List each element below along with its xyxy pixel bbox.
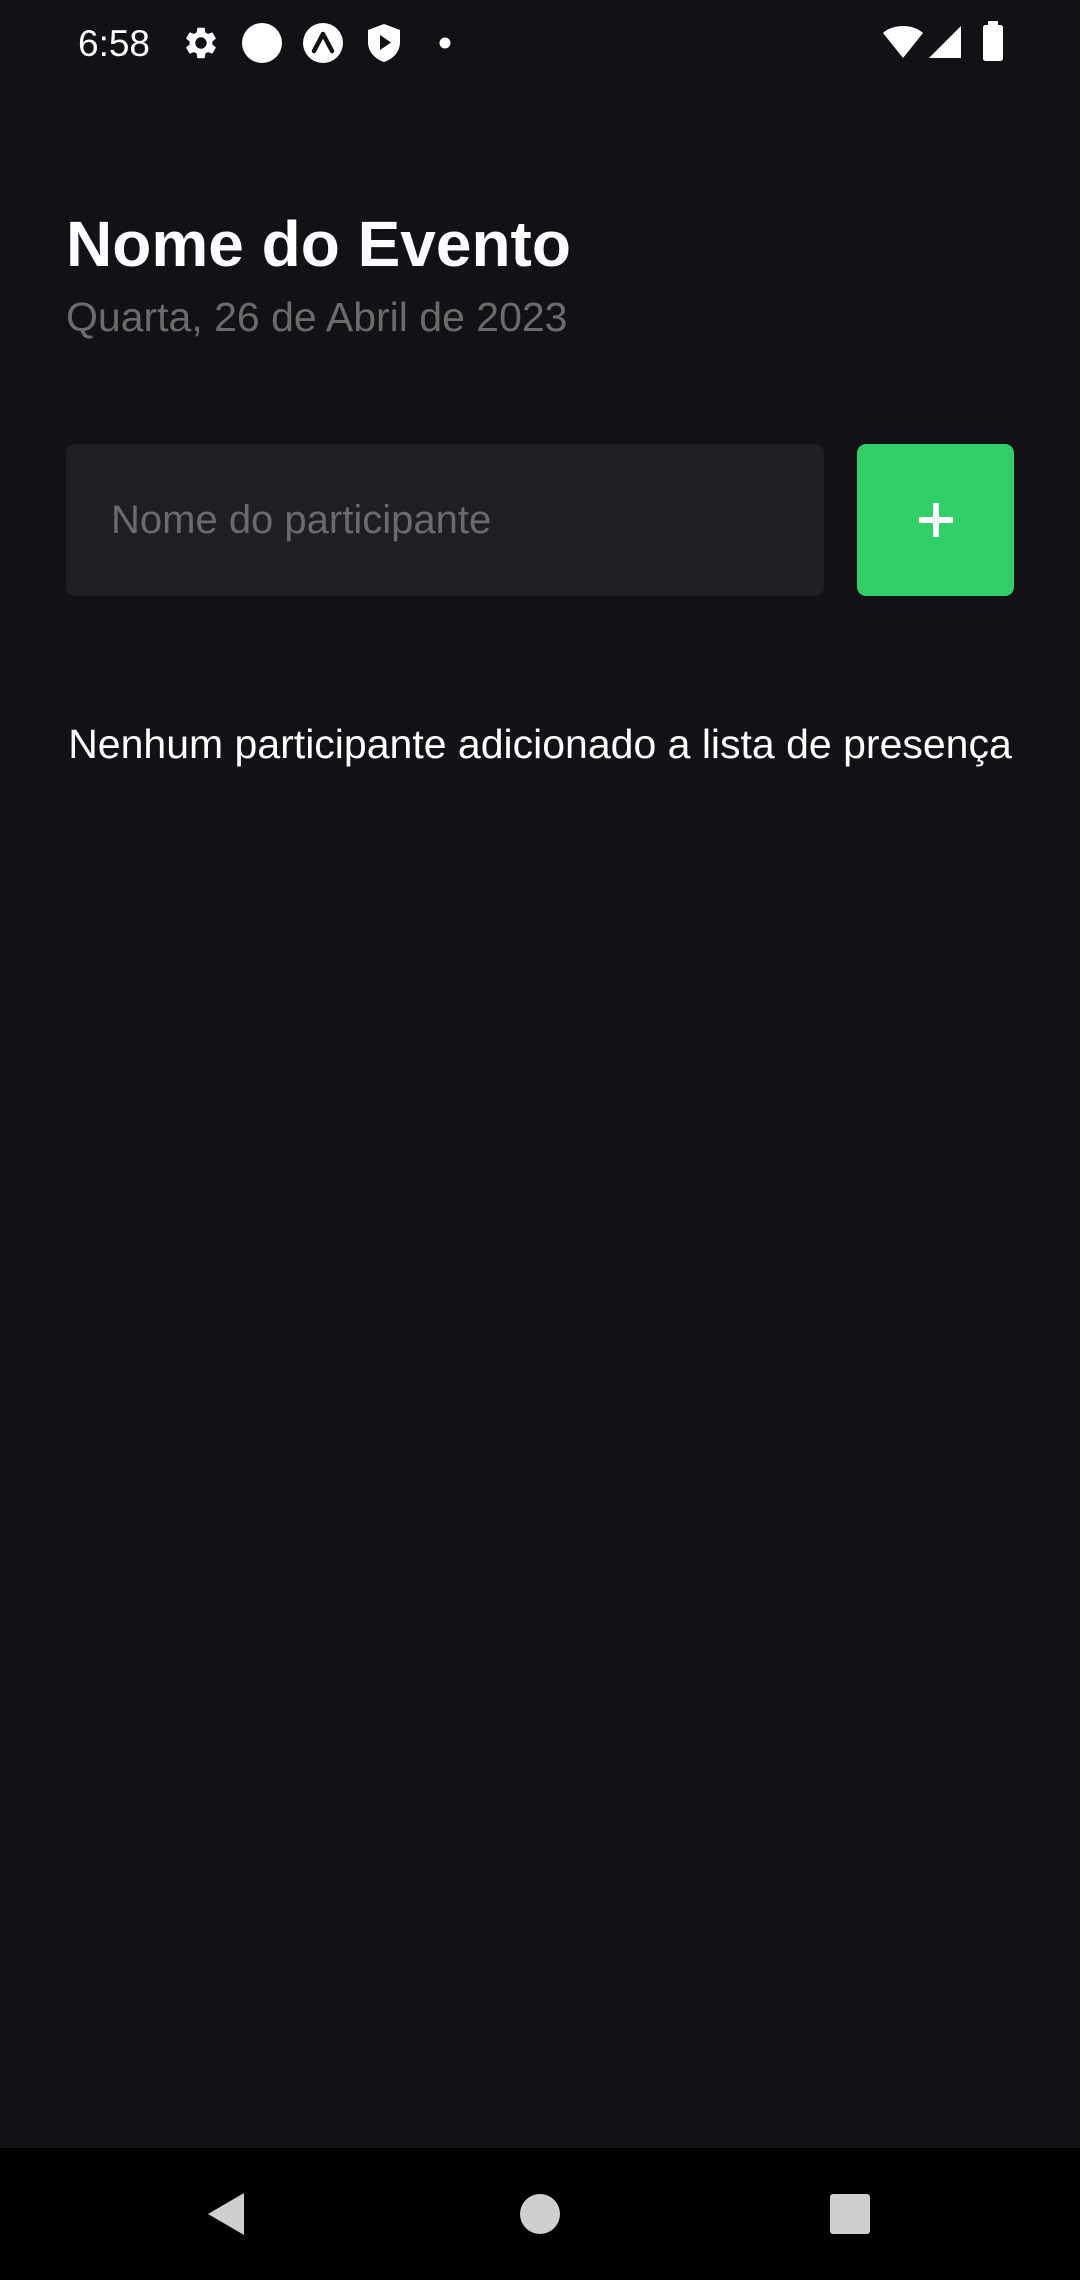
add-participant-button[interactable]	[857, 444, 1014, 596]
app-screen: 6:58 Nome do Evento Quarta, 26 de Abril …	[0, 0, 1080, 2280]
signal-icon	[928, 25, 962, 59]
recents-button[interactable]	[770, 2148, 930, 2280]
wifi-icon	[882, 25, 924, 59]
event-title: Nome do Evento	[66, 208, 571, 280]
navigation-bar	[0, 2148, 1080, 2280]
status-bar: 6:58	[0, 0, 1080, 88]
home-button[interactable]	[460, 2148, 620, 2280]
event-date: Quarta, 26 de Abril de 2023	[66, 294, 568, 340]
battery-icon	[982, 21, 1004, 61]
recents-icon	[830, 2194, 870, 2234]
empty-list-message: Nenhum participante adicionado a lista d…	[68, 721, 1012, 767]
plus-icon	[918, 503, 953, 537]
expo-icon	[302, 22, 344, 64]
circle-icon	[241, 22, 283, 64]
play-shield-icon	[366, 23, 402, 63]
participant-name-input[interactable]	[66, 444, 824, 596]
back-button[interactable]	[146, 2148, 306, 2280]
status-time: 6:58	[78, 23, 151, 64]
dot-icon	[439, 37, 451, 49]
gear-icon	[182, 24, 220, 62]
back-icon	[208, 2193, 244, 2235]
home-icon	[520, 2194, 560, 2234]
